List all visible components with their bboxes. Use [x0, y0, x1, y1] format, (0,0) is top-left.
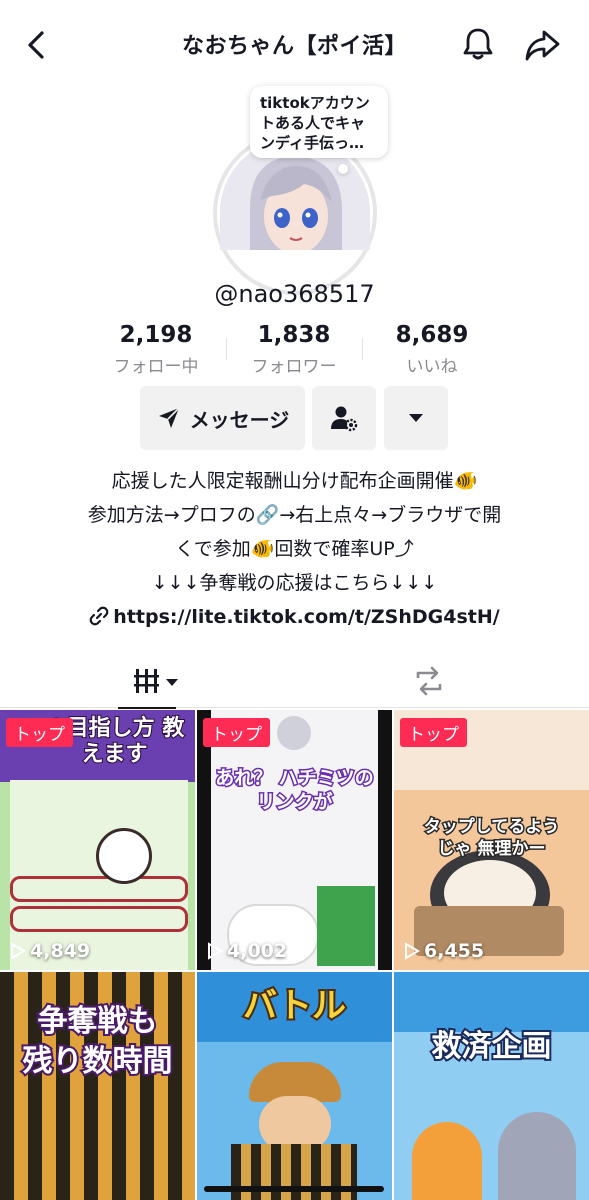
play-icon [405, 942, 420, 960]
view-count: 4,849 [8, 940, 90, 962]
stat-divider [226, 338, 227, 360]
message-button-label: メッセージ [189, 407, 290, 432]
video-thumbnail[interactable]: 救済企画 [394, 972, 589, 1200]
share-button[interactable] [522, 26, 562, 64]
share-arrow-icon [525, 30, 560, 61]
video-thumbnail[interactable]: の目指し方 教えます トップ 4,849 [0, 710, 195, 970]
notification-button[interactable] [458, 24, 498, 64]
home-indicator[interactable] [204, 1186, 384, 1192]
stat-following-label: フォロー中 [113, 357, 199, 377]
view-count-value: 6,455 [424, 940, 485, 962]
video-caption: バトル [241, 984, 348, 1028]
message-button[interactable]: メッセージ [140, 386, 305, 450]
repost-icon [416, 666, 442, 696]
content-tabs [0, 654, 589, 709]
pinned-badge: トップ [400, 718, 467, 747]
note-bubble-tail [338, 164, 348, 174]
header-bar: なおちゃん【ポイ活】 [0, 0, 589, 90]
video-thumbnail[interactable]: あれ？ ハチミツのリンクが トップ 4,002 [197, 710, 392, 970]
stat-following-count: 2,198 [119, 322, 193, 348]
video-caption: 争奪戦も 残り数時間 [21, 1002, 175, 1081]
bio-line: ↓↓↓争奪戦の応援はこちら↓↓↓ [151, 572, 438, 594]
bell-icon [463, 28, 493, 60]
bio-link-text[interactable]: https://lite.tiktok.com/t/ZShDG4stH/ [113, 606, 499, 628]
profile-stats: 2,198 フォロー中 1,838 フォロワー 8,689 いいね [0, 322, 589, 382]
grid-bars-icon [134, 669, 178, 693]
tab-reposts[interactable] [294, 654, 589, 708]
video-caption: あれ？ ハチミツのリンクが [214, 766, 376, 815]
play-icon [208, 942, 223, 960]
stat-followers-label: フォロワー [251, 357, 337, 377]
stat-divider [362, 338, 363, 360]
username: @nao368517 [214, 280, 375, 308]
send-icon [158, 407, 180, 428]
stat-likes-count: 8,689 [395, 322, 469, 348]
bio-line: 応援した人限定報酬山分け配布企画開催🐠 [111, 470, 478, 492]
stat-following[interactable]: 2,198 フォロー中 [96, 322, 216, 377]
stat-followers-count: 1,838 [257, 322, 331, 348]
play-icon [11, 942, 26, 960]
view-count: 6,455 [402, 940, 484, 962]
link-icon [89, 606, 109, 626]
bio: 応援した人限定報酬山分け配布企画開催🐠 参加方法→プロフの🔗→右上点々→ブラウザ… [0, 464, 589, 634]
more-options-button[interactable] [384, 386, 448, 450]
view-count: 4,002 [205, 940, 287, 962]
video-caption: 救済企画 [430, 1027, 554, 1066]
video-thumbnail[interactable]: 争奪戦も 残り数時間 [0, 972, 195, 1200]
video-thumbnail[interactable]: バトル [197, 972, 392, 1200]
video-thumbnail[interactable]: タップしてるようじゃ 無理かー トップ 6,455 [394, 710, 589, 970]
stat-likes[interactable]: 8,689 いいね [372, 322, 492, 377]
bio-line: くで参加🐠回数で確率UP⤴ [175, 538, 414, 560]
user-settings-button[interactable] [312, 386, 376, 450]
pinned-badge: トップ [203, 718, 270, 747]
bio-line: 参加方法→プロフの🔗→右上点々→ブラウザで開 [87, 504, 502, 526]
stat-followers[interactable]: 1,838 フォロワー [234, 322, 354, 377]
tab-active-indicator [118, 707, 176, 709]
user-gear-icon [331, 406, 358, 432]
stat-likes-label: いいね [406, 357, 458, 377]
page-title: なおちゃん【ポイ活】 [181, 34, 407, 59]
pinned-badge: トップ [6, 718, 73, 747]
view-count-value: 4,849 [30, 940, 91, 962]
view-count-value: 4,002 [227, 940, 288, 962]
video-grid: の目指し方 教えます トップ 4,849 あれ？ ハチミツのリンクが トップ 4… [0, 710, 589, 1200]
note-bubble[interactable]: tiktokアカウントある人でキャンディ手伝っ… [250, 86, 388, 158]
caret-down-icon [409, 414, 423, 422]
video-caption: タップしてるようじゃ 無理かー [422, 816, 561, 861]
tab-videos[interactable] [0, 654, 294, 709]
bio-link[interactable]: https://lite.tiktok.com/t/ZShDG4stH/ [0, 600, 589, 634]
